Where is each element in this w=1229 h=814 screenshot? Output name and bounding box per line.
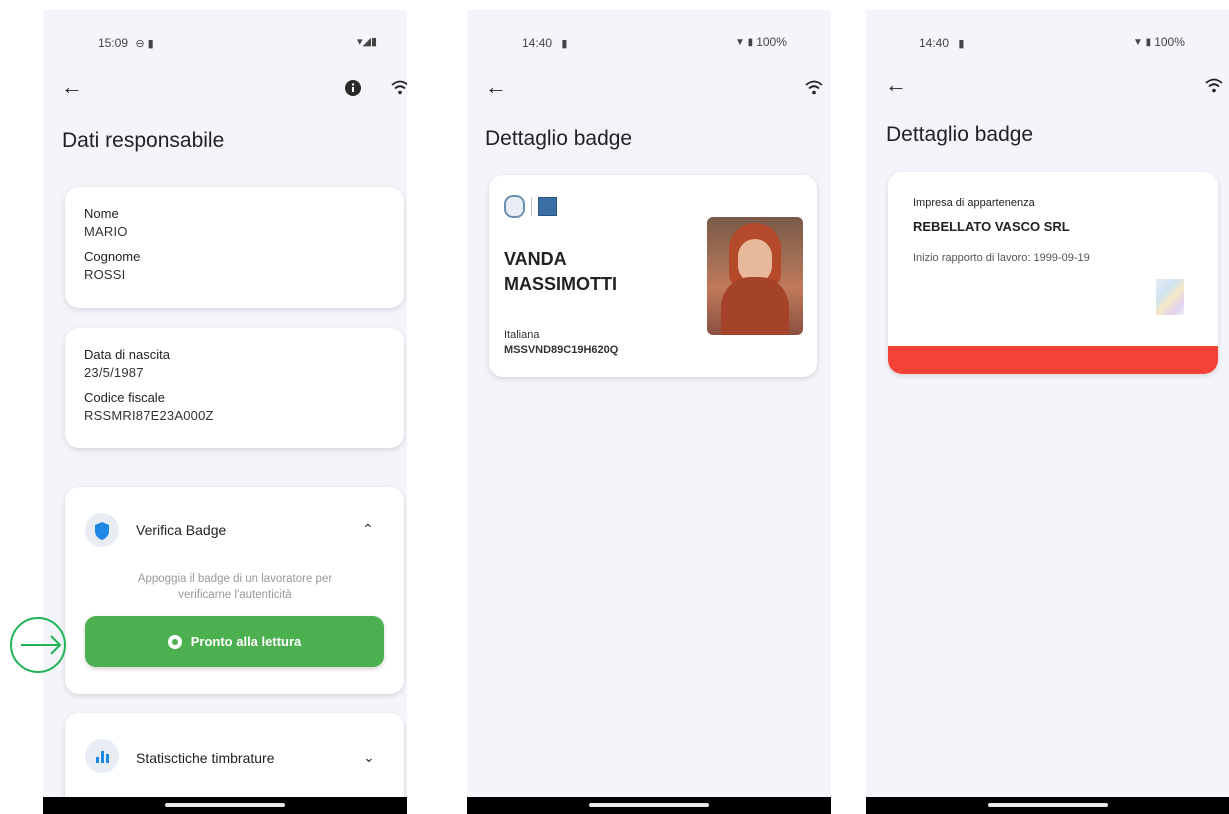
fiscal-code-value: RSSMRI87E23A000Z: [84, 408, 214, 423]
battery-level: 100%: [756, 35, 787, 49]
status-time: 14:40: [919, 36, 950, 50]
navigation-bar: [467, 797, 831, 814]
badge-first-name: VANDA: [504, 249, 567, 269]
verify-badge-title: Verifica Badge: [136, 522, 227, 538]
ready-to-read-label: Pronto alla lettura: [190, 634, 302, 649]
hologram-icon: [1156, 279, 1184, 315]
highlight-arrow-icon: [9, 615, 69, 680]
bar-chart-icon: [85, 739, 119, 773]
badge-card-front: VANDA MASSIMOTTI Italiana MSSVND89C19H62…: [489, 175, 817, 377]
status-icons-right: ▼ ▮ 100%: [1133, 35, 1185, 49]
screen-dati-responsabile: 15:09 ⊖ ▮ ▾◢▮ ← Dati responsabile Nome M…: [43, 10, 407, 814]
badge-logos: [504, 195, 557, 218]
status-icon-left: ▮: [561, 38, 568, 50]
birth-info-card: Data di nascita 23/5/1987 Codice fiscale…: [65, 328, 404, 448]
page-title: Dettaglio badge: [485, 127, 633, 150]
home-handle[interactable]: [165, 803, 285, 807]
screen-dettaglio-badge-back: 14:40 ▮ ▼ ▮ 100% ← Dettaglio badge Impre…: [866, 10, 1229, 814]
safety-logo-icon: [538, 197, 557, 216]
home-handle[interactable]: [589, 803, 709, 807]
status-bar: 14:40 ▮: [919, 36, 964, 50]
nome-label: Nome: [84, 206, 119, 221]
wifi-icon: [391, 80, 407, 96]
nome-value: MARIO: [84, 224, 128, 239]
status-time: 15:09: [98, 36, 129, 50]
status-icons-right: ▼ ▮ 100%: [735, 35, 787, 49]
badge-last-name: MASSIMOTTI: [504, 274, 617, 294]
navigation-bar: [866, 797, 1229, 814]
back-arrow-icon[interactable]: ←: [61, 76, 83, 98]
wifi-icon: [805, 80, 823, 96]
status-icons-right: ▾◢▮: [357, 36, 378, 48]
info-icon[interactable]: [345, 80, 361, 96]
company-label: Impresa di appartenenza: [913, 197, 1035, 209]
nfc-icon: [167, 634, 182, 649]
stats-title: Statisctiche timbrature: [136, 750, 275, 766]
republic-emblem-icon: [504, 195, 525, 218]
chevron-up-icon[interactable]: ⌃: [362, 521, 374, 538]
cognome-value: ROSSI: [84, 267, 126, 282]
badge-photo: [707, 217, 803, 335]
status-bar: 15:09 ⊖ ▮: [98, 36, 154, 50]
screen-dettaglio-badge-front: 14:40 ▮ ▼ ▮ 100% ← Dettaglio badge VANDA…: [467, 10, 831, 814]
person-name-card: Nome MARIO Cognome ROSSI: [65, 187, 404, 308]
status-icon-left: ▮: [958, 38, 965, 50]
status-bar: 14:40 ▮: [522, 36, 567, 50]
badge-details: Italiana MSSVND89C19H620Q: [504, 328, 618, 358]
badge-nationality: Italiana: [504, 329, 540, 341]
badge-card-back: Impresa di appartenenza REBELLATO VASCO …: [888, 172, 1218, 374]
wifi-icon: [1205, 78, 1223, 94]
page-title: Dati responsabile: [62, 129, 225, 152]
verify-badge-panel: Verifica Badge ⌃ Appoggia il badge di un…: [65, 487, 404, 694]
ready-to-read-button[interactable]: Pronto alla lettura: [85, 616, 384, 667]
verify-badge-description: Appoggia il badge di un lavoratore per v…: [137, 573, 333, 601]
company-name: REBELLATO VASCO SRL: [913, 219, 1070, 234]
red-status-bar: [888, 346, 1218, 374]
employment-start: Inizio rapporto di lavoro: 1999-09-19: [913, 252, 1090, 264]
navigation-bar: [43, 797, 407, 814]
birthdate-value: 23/5/1987: [84, 365, 144, 380]
shield-icon: [85, 513, 119, 547]
page-title: Dettaglio badge: [886, 123, 1034, 146]
back-arrow-icon[interactable]: ←: [885, 74, 907, 96]
fiscal-code-label: Codice fiscale: [84, 390, 165, 405]
home-handle[interactable]: [987, 803, 1108, 807]
badge-fiscal-code: MSSVND89C19H620Q: [504, 344, 619, 356]
status-time: 14:40: [522, 36, 553, 50]
chevron-down-icon[interactable]: ⌄: [363, 749, 375, 766]
back-arrow-icon[interactable]: ←: [485, 76, 507, 98]
birthdate-label: Data di nascita: [84, 347, 170, 362]
badge-holder-name: VANDA MASSIMOTTI: [504, 247, 617, 297]
cognome-label: Cognome: [84, 249, 141, 264]
battery-level: 100%: [1154, 35, 1185, 49]
status-icons-left: ⊖ ▮: [135, 38, 154, 50]
